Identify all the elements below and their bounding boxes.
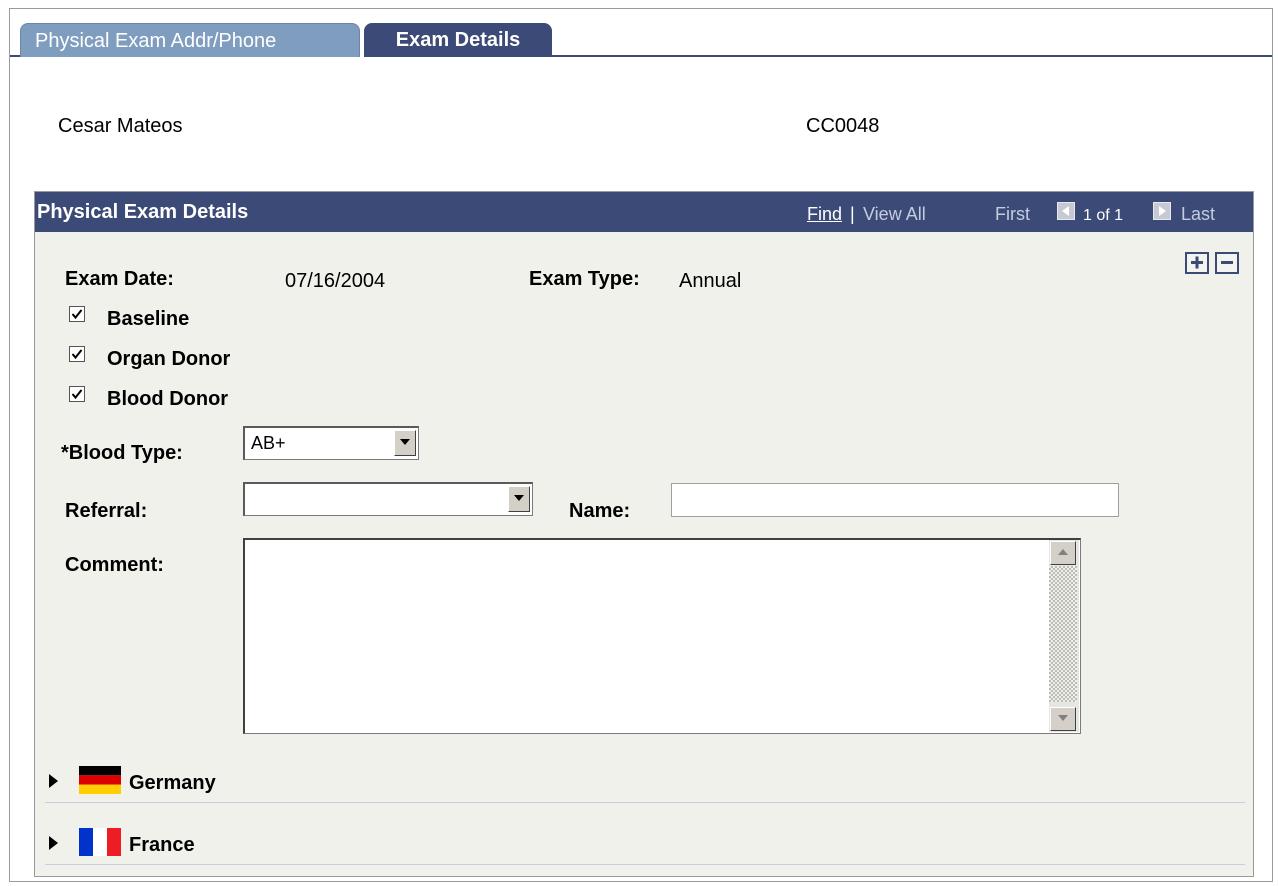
first-link[interactable]: First (995, 204, 1030, 225)
comment-scrollbar[interactable] (1049, 540, 1079, 732)
exam-date-label: Exam Date: (65, 268, 174, 290)
add-row-button[interactable] (1185, 252, 1209, 274)
chevron-down-icon[interactable] (394, 430, 416, 456)
blood-type-label: *Blood Type: (61, 442, 183, 464)
employee-id: CC0048 (806, 115, 880, 137)
scrollbar-track[interactable] (1049, 566, 1077, 702)
referral-select[interactable] (243, 482, 533, 516)
previous-row-icon[interactable] (1057, 202, 1075, 220)
germany-flag-icon (79, 766, 121, 794)
tab-exam-details[interactable]: Exam Details (364, 23, 552, 57)
comment-label: Comment: (65, 554, 164, 576)
page-frame: Physical Exam Addr/Phone Exam Details Ce… (9, 8, 1273, 882)
delete-row-button[interactable] (1215, 252, 1239, 274)
section-label: France (129, 834, 195, 856)
view-all-link[interactable]: View All (863, 204, 926, 225)
tab-bar: Physical Exam Addr/Phone Exam Details (10, 9, 1272, 57)
scroll-down-icon[interactable] (1050, 707, 1076, 731)
tab-label: Exam Details (395, 29, 521, 51)
comment-textarea[interactable] (243, 538, 1081, 734)
chevron-down-icon[interactable] (508, 486, 530, 512)
organ-donor-checkbox[interactable] (69, 346, 85, 362)
next-row-icon[interactable] (1153, 202, 1171, 220)
blood-donor-label: Blood Donor (107, 388, 229, 410)
find-link[interactable]: Find (807, 204, 842, 225)
baseline-label: Baseline (107, 308, 190, 330)
exam-type-label: Exam Type: (529, 268, 640, 290)
minus-icon (1221, 261, 1233, 264)
section-label: Germany (129, 772, 216, 794)
scrollbar-frame (1049, 540, 1079, 732)
expand-arrow-icon[interactable] (49, 836, 59, 850)
blood-type-value: AB+ (251, 433, 286, 453)
name-label: Name: (569, 500, 631, 522)
tab-physical-exam-addr-phone[interactable]: Physical Exam Addr/Phone (20, 23, 360, 57)
group-header: Physical Exam Details Find | View All Fi… (35, 192, 1253, 232)
scroll-up-icon[interactable] (1050, 541, 1076, 565)
expand-arrow-icon[interactable] (49, 774, 59, 788)
organ-donor-label: Organ Donor (107, 348, 231, 370)
france-flag-icon (79, 828, 121, 856)
plus-icon (1191, 256, 1203, 269)
name-input[interactable] (671, 483, 1119, 517)
section-france[interactable]: France (45, 824, 1245, 865)
exam-type-value: Annual (679, 270, 742, 292)
blood-donor-checkbox[interactable] (69, 386, 85, 402)
employee-name: Cesar Mateos (58, 115, 183, 137)
row-count: 1 of 1 (1083, 207, 1124, 224)
physical-exam-details-group: Physical Exam Details Find | View All Fi… (34, 191, 1254, 877)
last-link[interactable]: Last (1181, 204, 1215, 225)
referral-label: Referral: (65, 500, 148, 522)
exam-date-value: 07/16/2004 (285, 270, 386, 292)
section-germany[interactable]: Germany (45, 762, 1245, 803)
baseline-checkbox[interactable] (69, 306, 85, 322)
tab-label: Physical Exam Addr/Phone (35, 30, 277, 52)
group-title: Physical Exam Details (37, 201, 249, 223)
nav-separator: | (850, 204, 855, 224)
blood-type-select[interactable]: AB+ (243, 426, 419, 460)
